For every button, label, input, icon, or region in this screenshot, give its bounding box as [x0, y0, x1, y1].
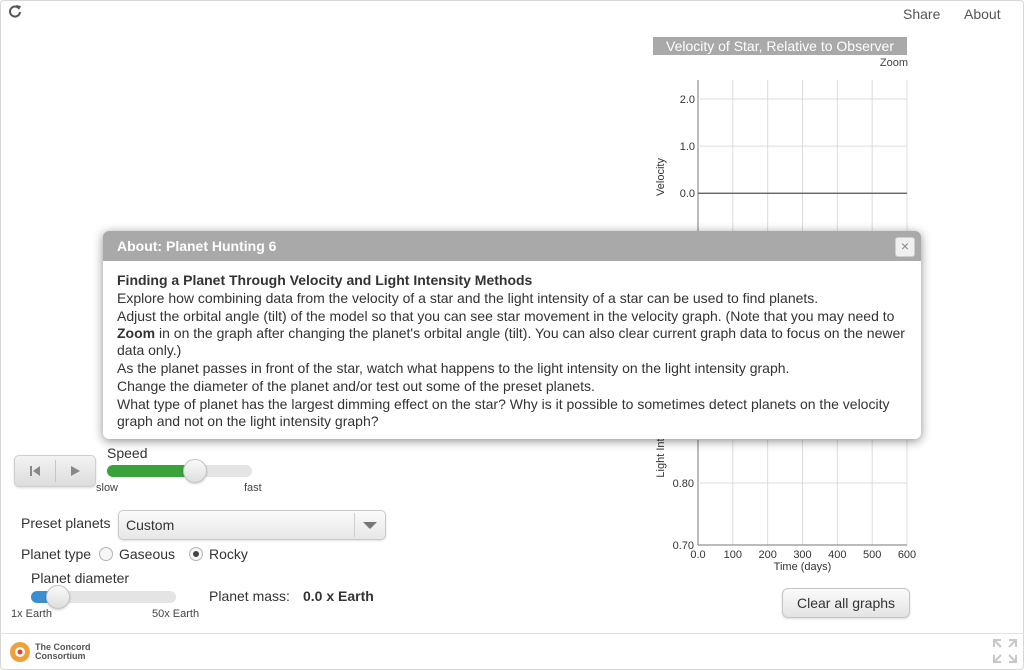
skip-back-icon — [30, 466, 40, 476]
dialog-title: About: Planet Hunting 6 — [103, 231, 921, 261]
play-icon — [71, 466, 80, 476]
close-icon[interactable]: × — [895, 237, 915, 257]
time-tick-label: 200 — [758, 549, 776, 561]
concord-logo[interactable]: The Concord Consortium — [9, 641, 91, 663]
gaseous-radio[interactable] — [99, 547, 113, 561]
speed-slider-handle[interactable] — [183, 459, 207, 483]
velocity-grid — [697, 80, 908, 241]
velocity-axis-label: Velocity — [655, 158, 667, 196]
speed-fast-label: fast — [244, 482, 262, 494]
preset-planets-label: Preset planets — [21, 515, 111, 531]
time-tick-label: 0.0 — [690, 549, 705, 561]
dialog-paragraph-1: Explore how combining data from the velo… — [117, 290, 819, 306]
fullscreen-icon[interactable] — [992, 638, 1018, 664]
diameter-max-label: 50x Earth — [152, 608, 200, 620]
dialog-p2-start: Adjust the orbital angle (tilt) of the m… — [117, 308, 895, 324]
diameter-slider-handle[interactable] — [46, 585, 71, 609]
play-button[interactable] — [55, 456, 95, 486]
bottom-bar — [0, 633, 1024, 670]
time-axis-label: Time (days) — [774, 561, 832, 573]
diameter-min-label: 1x Earth — [11, 608, 52, 620]
velocity-tick-label: 1.0 — [680, 141, 695, 153]
light-tick-label: 0.80 — [673, 478, 694, 490]
share-link[interactable]: Share — [903, 6, 940, 22]
time-tick-label: 300 — [793, 549, 811, 561]
time-tick-label: 400 — [828, 549, 846, 561]
rocky-label[interactable]: Rocky — [209, 546, 248, 562]
dialog-heading: Finding a Planet Through Velocity and Li… — [117, 272, 533, 288]
speed-slow-label: slow — [96, 482, 119, 494]
diameter-slider[interactable] — [31, 585, 176, 609]
dialog-p2-zoom: Zoom — [117, 325, 156, 341]
time-tick-label: 100 — [724, 549, 742, 561]
speed-slider[interactable] — [107, 459, 252, 483]
dialog-paragraph-3: As the planet passes in front of the sta… — [117, 360, 790, 376]
speed-slider-fill — [107, 465, 194, 477]
graph-title: Velocity of Star, Relative to Observer — [653, 37, 907, 55]
preset-planets-select[interactable]: Custom — [118, 510, 386, 540]
about-dialog: About: Planet Hunting 6 × Finding a Plan… — [103, 231, 921, 439]
planet-mass-label: Planet mass: — [209, 588, 290, 604]
velocity-tick-label: 0.0 — [680, 188, 695, 200]
time-tick-label: 600 — [898, 549, 916, 561]
reset-button[interactable] — [15, 456, 55, 486]
speed-label: Speed — [107, 445, 148, 461]
light-grid — [697, 440, 908, 546]
about-link[interactable]: About — [964, 6, 1001, 22]
logo-text: The Concord Consortium — [35, 643, 91, 661]
dialog-p2-end: in on the graph after changing the plane… — [117, 325, 905, 358]
rocky-radio[interactable] — [189, 547, 203, 561]
dialog-paragraph-5: What type of planet has the largest dimm… — [117, 396, 890, 429]
playback-controls — [14, 455, 96, 487]
dialog-paragraph-4: Change the diameter of the planet and/or… — [117, 378, 595, 394]
reload-icon[interactable] — [8, 4, 22, 18]
light-axis-label: Light Int — [655, 438, 667, 477]
dialog-paragraph-2: Adjust the orbital angle (tilt) of the m… — [117, 308, 907, 359]
logo-line-2: Consortium — [35, 651, 86, 661]
gaseous-label[interactable]: Gaseous — [119, 546, 175, 562]
concord-logo-icon — [10, 642, 30, 662]
chevron-down-icon — [363, 522, 377, 529]
planet-diameter-label: Planet diameter — [31, 570, 130, 586]
select-divider — [354, 513, 355, 537]
planet-mass-value: 0.0 x Earth — [303, 588, 374, 604]
preset-planets-value: Custom — [126, 517, 175, 533]
velocity-tick-label: 2.0 — [680, 94, 695, 106]
clear-graphs-button[interactable]: Clear all graphs — [782, 588, 910, 618]
time-tick-label: 500 — [863, 549, 881, 561]
dialog-body: Finding a Planet Through Velocity and Li… — [103, 261, 921, 430]
planet-type-label: Planet type — [21, 546, 92, 562]
